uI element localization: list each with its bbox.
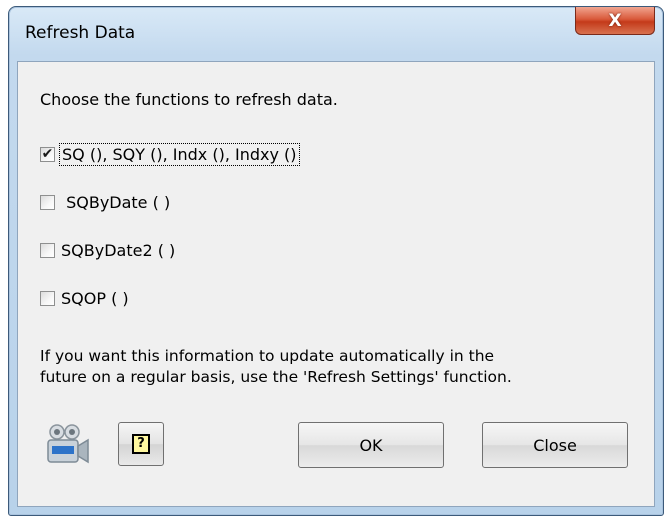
refresh-data-window: Refresh Data X Choose the functions to r… [8,6,664,516]
option-sqop[interactable]: SQOP ( ) [40,286,129,310]
close-button[interactable]: Close [482,422,628,468]
dialog-body: Choose the functions to refresh data. ✔ … [17,61,655,507]
info-text: If you want this information to update a… [40,346,650,388]
checkbox-sqbydate[interactable] [40,194,55,210]
option-sqbydate[interactable]: SQByDate ( ) [40,190,170,214]
intro-text: Choose the functions to refresh data. [40,90,338,109]
option-sqbydate2[interactable]: SQByDate2 ( ) [40,238,175,262]
window-title: Refresh Data [25,23,136,43]
help-icon: ? [132,434,150,454]
info-line-2: future on a regular basis, use the 'Refr… [40,368,512,386]
help-button[interactable]: ? [118,422,164,466]
checkbox-sq-functions[interactable]: ✔ [40,146,55,162]
info-line-1: If you want this information to update a… [40,347,495,365]
option-label-sqop[interactable]: SQOP ( ) [61,289,129,308]
close-icon: X [608,10,622,31]
option-label-sqbydate[interactable]: SQByDate ( ) [61,193,170,212]
video-camera-icon[interactable] [44,422,92,466]
option-label-sq-functions[interactable]: SQ (), SQY (), Indx (), Indxy () [59,142,300,166]
checkbox-sqop[interactable] [40,290,55,306]
option-sq-functions[interactable]: ✔ SQ (), SQY (), Indx (), Indxy () [40,142,300,166]
option-label-sqbydate2[interactable]: SQByDate2 ( ) [61,241,175,260]
ok-button[interactable]: OK [298,422,444,468]
title-bar[interactable]: Refresh Data X [9,7,663,59]
window-close-button[interactable]: X [575,7,655,35]
checkbox-sqbydate2[interactable] [40,242,55,258]
